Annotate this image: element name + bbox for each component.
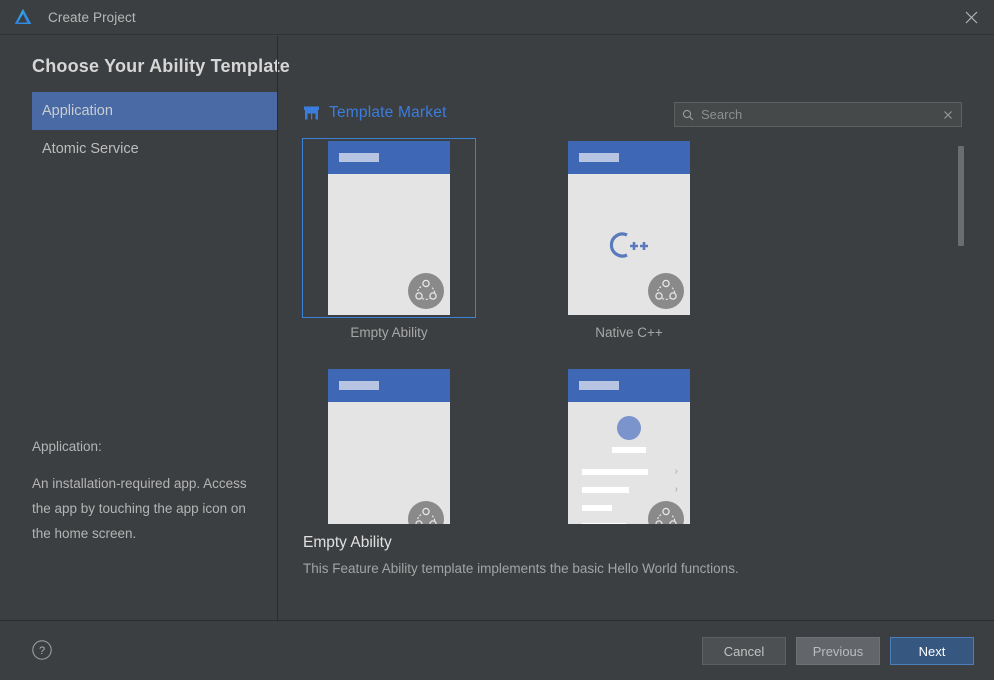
chevron-right-icon: › [674, 484, 678, 495]
clear-icon[interactable] [941, 108, 955, 122]
template-market-link[interactable]: Template Market [303, 104, 447, 122]
template-card-label: Native C++ [595, 325, 663, 340]
ability-badge-icon [648, 273, 684, 309]
mock-avatar [617, 416, 641, 440]
selected-template-title: Empty Ability [303, 534, 392, 551]
template-scrollbar[interactable] [956, 141, 965, 531]
next-button[interactable]: Next [890, 637, 974, 665]
sidebar: Application Atomic Service Application: … [0, 36, 278, 620]
sidebar-item-label: Atomic Service [42, 141, 139, 157]
selected-template-description: Empty Ability This Feature Ability templ… [303, 534, 963, 576]
cpp-logo-icon [609, 231, 648, 258]
chevron-right-icon: › [674, 466, 678, 477]
mock-bar [582, 523, 626, 524]
window-title: Create Project [48, 9, 136, 25]
template-thumbnail [302, 138, 476, 318]
deveco-logo-icon [14, 8, 32, 24]
phone-title-bar [568, 369, 690, 402]
template-thumbnail: › › › [542, 366, 716, 524]
dialog-footer: ? Cancel Previous Next [0, 620, 994, 680]
sidebar-description: Application: An installation-required ap… [32, 434, 264, 546]
svg-text:?: ? [39, 645, 45, 657]
close-icon [965, 11, 977, 24]
mock-bar [582, 505, 612, 511]
list-item: › [582, 466, 680, 477]
phone-title-bar [328, 141, 450, 174]
template-card-3[interactable] [302, 366, 476, 524]
phone-body [328, 174, 450, 315]
scrollbar-thumb[interactable] [958, 146, 964, 246]
template-card-4[interactable]: › › › [542, 366, 716, 524]
title-bar: Create Project [0, 0, 994, 35]
mock-bar [582, 469, 648, 475]
sidebar-description-title: Application: [32, 439, 102, 454]
sidebar-item-label: Application [42, 103, 113, 119]
template-card-native-cpp[interactable]: Native C++ [542, 138, 716, 340]
phone-body [328, 402, 450, 524]
phone-body [568, 174, 690, 315]
close-button[interactable] [948, 0, 994, 35]
previous-button[interactable]: Previous [796, 637, 880, 665]
phone-mockup: › › › [568, 369, 690, 524]
phone-mockup [328, 369, 450, 524]
template-grid-viewport: Empty Ability Native C++ › › [294, 138, 978, 524]
content-panel: Template Market Search Empty Ability Nat… [278, 36, 994, 620]
help-icon[interactable]: ? [31, 639, 53, 661]
ability-badge-icon [408, 273, 444, 309]
list-item: › [582, 484, 680, 495]
sidebar-description-body: An installation-required app. Access the… [32, 476, 247, 541]
mock-bar [582, 487, 629, 493]
template-card-label: Empty Ability [350, 325, 428, 340]
mock-name-bar [612, 447, 646, 453]
ability-badge-icon [408, 501, 444, 524]
create-project-dialog: Create Project Choose Your Ability Templ… [0, 0, 994, 680]
search-icon [682, 109, 694, 120]
phone-mockup [568, 141, 690, 315]
store-icon [304, 106, 319, 120]
template-thumbnail [302, 366, 476, 524]
search-input[interactable]: Search [674, 102, 962, 127]
search-placeholder: Search [701, 107, 743, 122]
phone-title-bar [328, 369, 450, 402]
template-thumbnail [542, 138, 716, 318]
template-market-label: Template Market [329, 104, 447, 121]
cancel-button[interactable]: Cancel [702, 637, 786, 665]
template-card-empty-ability[interactable]: Empty Ability [302, 138, 476, 340]
ability-badge-icon [648, 501, 684, 524]
phone-body: › › › [568, 402, 690, 524]
ability-type-list: Application Atomic Service [32, 92, 277, 168]
phone-title-bar [568, 141, 690, 174]
sidebar-item-application[interactable]: Application [32, 92, 277, 130]
phone-mockup [328, 141, 450, 315]
selected-template-body: This Feature Ability template implements… [303, 561, 739, 576]
sidebar-item-atomic-service[interactable]: Atomic Service [32, 130, 277, 168]
footer-button-row: Cancel Previous Next [702, 637, 974, 665]
